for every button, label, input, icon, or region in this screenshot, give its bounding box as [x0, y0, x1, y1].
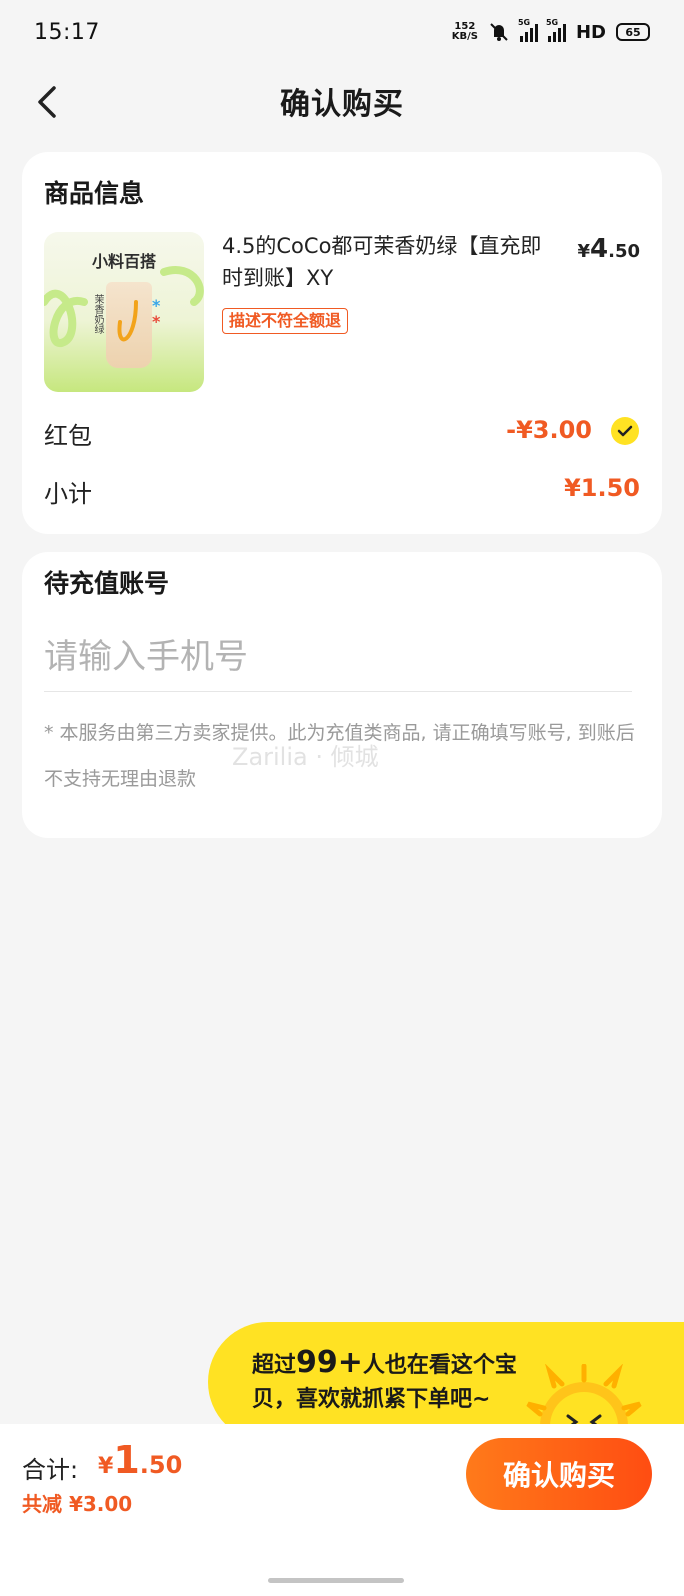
- subtotal-value: ¥1.50: [564, 474, 640, 502]
- price-decimal: .50: [608, 241, 640, 262]
- promo-count: 99+: [296, 1345, 363, 1380]
- total-symbol: ¥: [98, 1454, 114, 1479]
- account-section-title: 待充值账号: [44, 569, 170, 598]
- back-arrow-icon[interactable]: [30, 82, 66, 122]
- product-price: ¥4.50: [577, 234, 640, 264]
- account-card: 待充值账号 * 本服务由第三方卖家提供。此为充值类商品, 请正确填写账号, 到账…: [22, 552, 662, 838]
- product-thumbnail[interactable]: 小料百搭 茉香奶绿 * *: [44, 232, 204, 392]
- refund-badge: 描述不符全额退: [222, 308, 349, 334]
- subtotal-label: 小计: [44, 480, 92, 508]
- price-symbol: ¥: [577, 241, 591, 262]
- mute-icon: [490, 23, 508, 41]
- total-label: 合计:: [22, 1456, 79, 1484]
- status-time: 15:17: [34, 19, 100, 45]
- status-icons: 152 KB/S 5G 5G HD 65: [452, 18, 650, 43]
- product-info-card: 商品信息 小料百搭 茉香奶绿 * * 4.5的CoCo都可茉香奶绿【直充即时到账…: [22, 152, 662, 534]
- network-speed-unit: KB/S: [451, 31, 478, 42]
- watermark: Zarilia · 倾城: [232, 743, 379, 771]
- promo-line-2: 贝，喜欢就抓紧下单吧~: [252, 1387, 491, 1412]
- milk-tea-cup: [106, 282, 152, 368]
- network-speed: 152 KB/S: [452, 22, 478, 42]
- red-packet-label: 红包: [44, 422, 92, 450]
- signal-icon-2: 5G: [546, 18, 566, 42]
- product-name[interactable]: 4.5的CoCo都可茉香奶绿【直充即时到账】XY: [222, 230, 542, 294]
- confirm-purchase-button[interactable]: 确认购买: [466, 1438, 652, 1510]
- page-title: 确认购买: [280, 87, 404, 122]
- red-packet-value[interactable]: -¥3.00: [506, 416, 592, 444]
- bottom-bar: 合计: ¥1.50 共减 ¥3.00 确认购买: [0, 1424, 684, 1596]
- star-icon: *: [152, 312, 161, 331]
- promo-prefix: 超过: [252, 1353, 297, 1378]
- product-section-title: 商品信息: [44, 179, 145, 208]
- phone-input[interactable]: [44, 622, 632, 692]
- header: 确认购买: [0, 72, 684, 130]
- hd-icon: HD: [575, 21, 606, 43]
- thumbnail-title: 小料百搭: [91, 252, 156, 271]
- total-decimal: .50: [139, 1451, 183, 1479]
- signal-icon-1: 5G: [518, 18, 538, 42]
- thumbnail-side-text: 茉香奶绿: [92, 294, 103, 334]
- status-bar: 15:17 152 KB/S 5G 5G HD 65: [0, 0, 684, 64]
- price-integer: 4: [590, 234, 609, 264]
- checkmark-icon[interactable]: [610, 416, 640, 446]
- total-integer: 1: [113, 1438, 140, 1482]
- promo-text: 超过99+人也在看这个宝 贝，喜欢就抓紧下单吧~: [252, 1346, 517, 1417]
- signal-2-label: 5G: [545, 18, 559, 27]
- promo-line1-suffix: 人也在看这个宝: [362, 1353, 517, 1378]
- home-indicator[interactable]: [268, 1578, 404, 1583]
- promo-line-1: 超过99+人也在看这个宝: [252, 1346, 517, 1383]
- total-discount: 共减 ¥3.00: [22, 1492, 133, 1516]
- total-value: ¥1.50: [98, 1438, 182, 1482]
- signal-1-label: 5G: [517, 18, 531, 27]
- battery-icon: 65: [616, 23, 650, 41]
